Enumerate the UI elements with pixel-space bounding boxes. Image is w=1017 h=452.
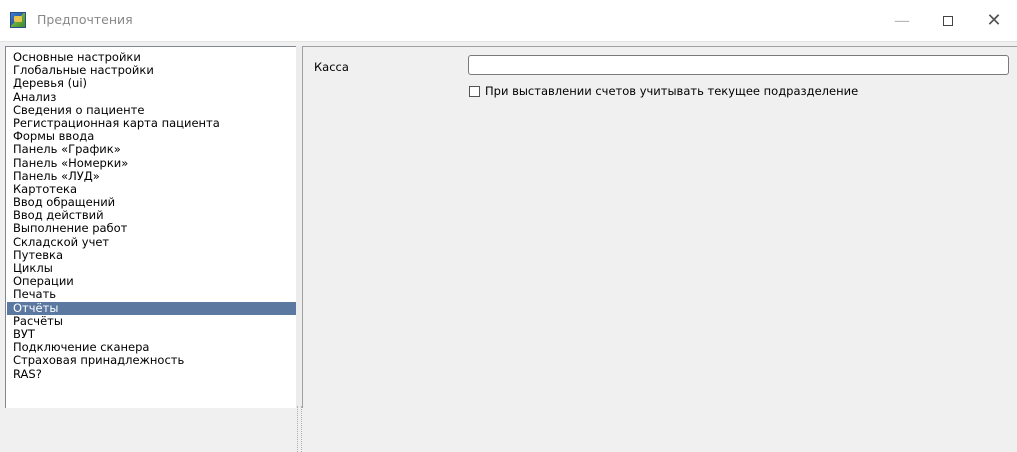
current-department-option[interactable]: При выставлении счетов учитывать текущее…: [469, 84, 858, 98]
minimize-icon: —: [894, 11, 910, 30]
tree-list: Основные настройки Глобальные настройки Де…: [7, 50, 296, 381]
kassa-input[interactable]: [468, 55, 1009, 75]
settings-panel: Касса При выставлении счетов учитывать т…: [302, 46, 1017, 408]
tree-item[interactable]: RAS?: [7, 367, 296, 381]
current-department-label[interactable]: При выставлении счетов учитывать текущее…: [485, 84, 858, 98]
close-button[interactable]: ✕: [971, 0, 1017, 41]
close-icon: ✕: [986, 9, 1002, 31]
kassa-label: Касса: [314, 60, 349, 74]
tree-item[interactable]: Расчёты: [7, 314, 296, 328]
splitter-grip[interactable]: [297, 406, 302, 452]
tree-item[interactable]: Выполнение работ: [7, 222, 296, 235]
tree-item[interactable]: Анализ: [7, 90, 296, 104]
tree-item[interactable]: Панель «ЛУД»: [7, 169, 296, 183]
current-department-checkbox[interactable]: [469, 85, 480, 97]
tree-item[interactable]: Сведения о пациенте: [7, 103, 296, 117]
tree-item[interactable]: Страховая принадлежность: [7, 354, 296, 367]
maximize-button[interactable]: [925, 0, 971, 41]
splitter[interactable]: [296, 46, 302, 452]
tree-item[interactable]: Панель «Номерки»: [7, 156, 296, 170]
tree-item[interactable]: Складской учет: [7, 235, 296, 249]
preferences-tree[interactable]: Основные настройки Глобальные настройки Де…: [5, 46, 297, 408]
maximize-icon: [943, 15, 953, 26]
window-title: Предпочтения: [37, 12, 133, 27]
tree-item[interactable]: Печать: [7, 288, 296, 301]
tree-item[interactable]: Панель «График»: [7, 143, 296, 156]
tree-item[interactable]: Деревья (ui): [7, 77, 296, 90]
minimize-button[interactable]: —: [879, 0, 925, 41]
app-icon: [10, 12, 26, 28]
title-bar: Предпочтения — ✕: [0, 0, 1017, 42]
tree-item[interactable]: Отчёты: [7, 301, 296, 315]
